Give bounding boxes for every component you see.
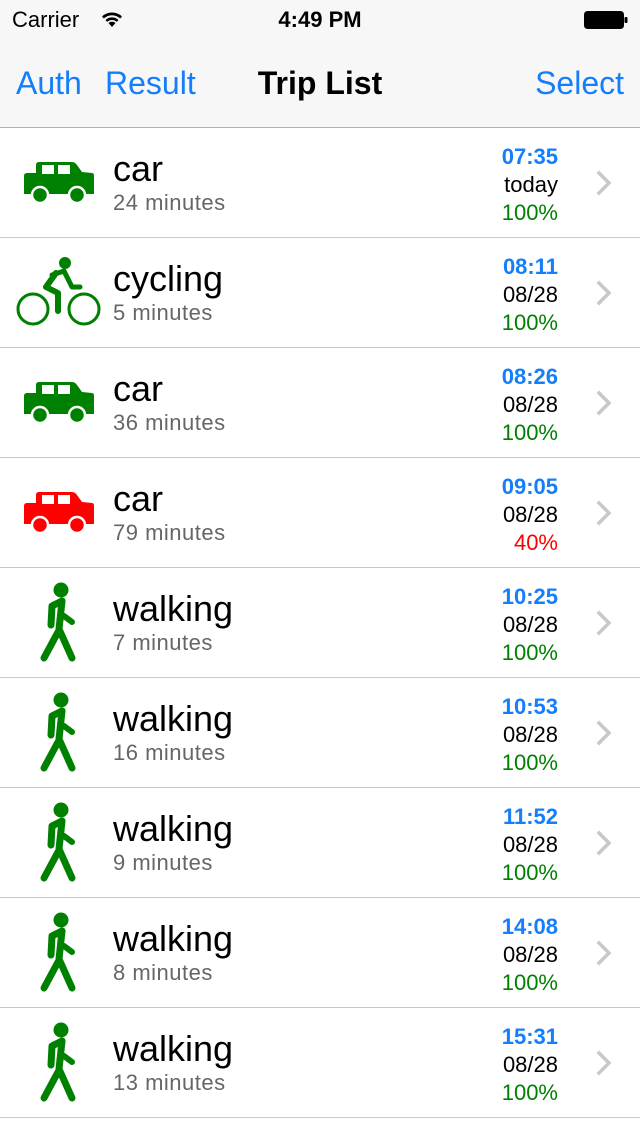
trip-duration: 36 minutes [113, 410, 226, 435]
trip-duration: 16 minutes [113, 740, 226, 765]
trip-confidence: 100% [501, 1080, 558, 1105]
trip-date: today [504, 172, 558, 197]
trip-duration: 13 minutes [113, 1070, 226, 1095]
car-icon [16, 360, 102, 446]
trip-mode: cycling [113, 258, 224, 299]
trip-meta: 15:31 08/28 100% [458, 1023, 558, 1107]
trip-confidence: 40% [513, 530, 558, 555]
trip-confidence: 100% [501, 970, 558, 995]
trip-duration: 24 minutes [113, 190, 226, 215]
walking-icon [16, 800, 102, 886]
trip-meta: 08:26 08/28 100% [458, 363, 558, 447]
trip-confidence: 100% [501, 640, 558, 665]
trip-mode: car [113, 148, 164, 189]
trip-date: 08/28 [502, 942, 558, 967]
trip-date: 08/28 [502, 282, 558, 307]
chevron-right-icon [596, 830, 612, 856]
trip-meta: 10:53 08/28 100% [458, 693, 558, 777]
trip-mode: walking [113, 588, 234, 629]
trip-duration: 79 minutes [113, 520, 226, 545]
trip-duration: 8 minutes [113, 960, 213, 985]
walking-icon [16, 1020, 102, 1106]
trip-row-cycling[interactable]: cycling 5 minutes 08:11 08/28 100% [0, 238, 640, 348]
status-bar: Carrier 4:49 PM [0, 0, 640, 40]
chevron-right-icon [596, 720, 612, 746]
trip-date: 08/28 [502, 1052, 558, 1077]
chevron-right-icon [596, 1050, 612, 1076]
battery-full-icon [584, 11, 628, 29]
trip-meta: 14:08 08/28 100% [458, 913, 558, 997]
select-button[interactable]: Select [535, 65, 624, 102]
trip-confidence: 100% [501, 750, 558, 775]
trip-meta: 08:11 08/28 100% [458, 253, 558, 337]
trip-meta: 07:35 today 100% [458, 143, 558, 227]
navigation-bar: Auth Result Trip List Select [0, 40, 640, 128]
chevron-right-icon [596, 280, 612, 306]
trip-list: car 24 minutes 07:35 today 100% cycling … [0, 128, 640, 1118]
trip-meta: 09:05 08/28 40% [458, 473, 558, 557]
trip-time: 09:05 [501, 474, 558, 499]
trip-confidence: 100% [501, 860, 558, 885]
trip-meta: 10:25 08/28 100% [458, 583, 558, 667]
status-time: 4:49 PM [278, 7, 362, 32]
walking-icon [16, 910, 102, 996]
trip-mode: car [113, 368, 164, 409]
trip-row-walking[interactable]: walking 16 minutes 10:53 08/28 100% [0, 678, 640, 788]
trip-date: 08/28 [502, 832, 558, 857]
trip-duration: 9 minutes [113, 850, 213, 875]
trip-time: 10:53 [501, 694, 558, 719]
trip-date: 08/28 [502, 392, 558, 417]
trip-date: 08/28 [502, 722, 558, 747]
trip-row-walking[interactable]: walking 7 minutes 10:25 08/28 100% [0, 568, 640, 678]
trip-meta: 11:52 08/28 100% [458, 803, 558, 887]
trip-mode: car [113, 478, 164, 519]
trip-row-walking[interactable]: walking 9 minutes 11:52 08/28 100% [0, 788, 640, 898]
trip-time: 08:11 [502, 254, 558, 279]
trip-row-walking[interactable]: walking 13 minutes 15:31 08/28 100% [0, 1008, 640, 1118]
trip-date: 08/28 [502, 502, 558, 527]
chevron-right-icon [596, 610, 612, 636]
trip-time: 15:31 [501, 1024, 558, 1049]
trip-confidence: 100% [501, 200, 558, 225]
trip-duration: 7 minutes [113, 630, 213, 655]
walking-icon [16, 580, 102, 666]
trip-row-car[interactable]: car 36 minutes 08:26 08/28 100% [0, 348, 640, 458]
chevron-right-icon [596, 500, 612, 526]
trip-mode: walking [113, 918, 234, 959]
trip-duration: 5 minutes [113, 300, 213, 325]
trip-confidence: 100% [501, 310, 558, 335]
car-icon [16, 470, 102, 556]
trip-mode: walking [113, 698, 234, 739]
chevron-right-icon [596, 390, 612, 416]
trip-time: 07:35 [501, 144, 558, 169]
trip-time: 11:52 [502, 804, 558, 829]
trip-mode: walking [113, 808, 234, 849]
trip-time: 10:25 [501, 584, 558, 609]
trip-time: 08:26 [501, 364, 558, 389]
trip-row-car[interactable]: car 24 minutes 07:35 today 100% [0, 128, 640, 238]
car-icon [16, 140, 102, 226]
trip-confidence: 100% [501, 420, 558, 445]
chevron-right-icon [596, 940, 612, 966]
trip-mode: walking [113, 1028, 234, 1069]
trip-time: 14:08 [501, 914, 558, 939]
trip-date: 08/28 [502, 612, 558, 637]
trip-row-walking[interactable]: walking 8 minutes 14:08 08/28 100% [0, 898, 640, 1008]
trip-row-car[interactable]: car 79 minutes 09:05 08/28 40% [0, 458, 640, 568]
bicycle-icon [16, 250, 102, 336]
walking-icon [16, 690, 102, 776]
chevron-right-icon [596, 170, 612, 196]
